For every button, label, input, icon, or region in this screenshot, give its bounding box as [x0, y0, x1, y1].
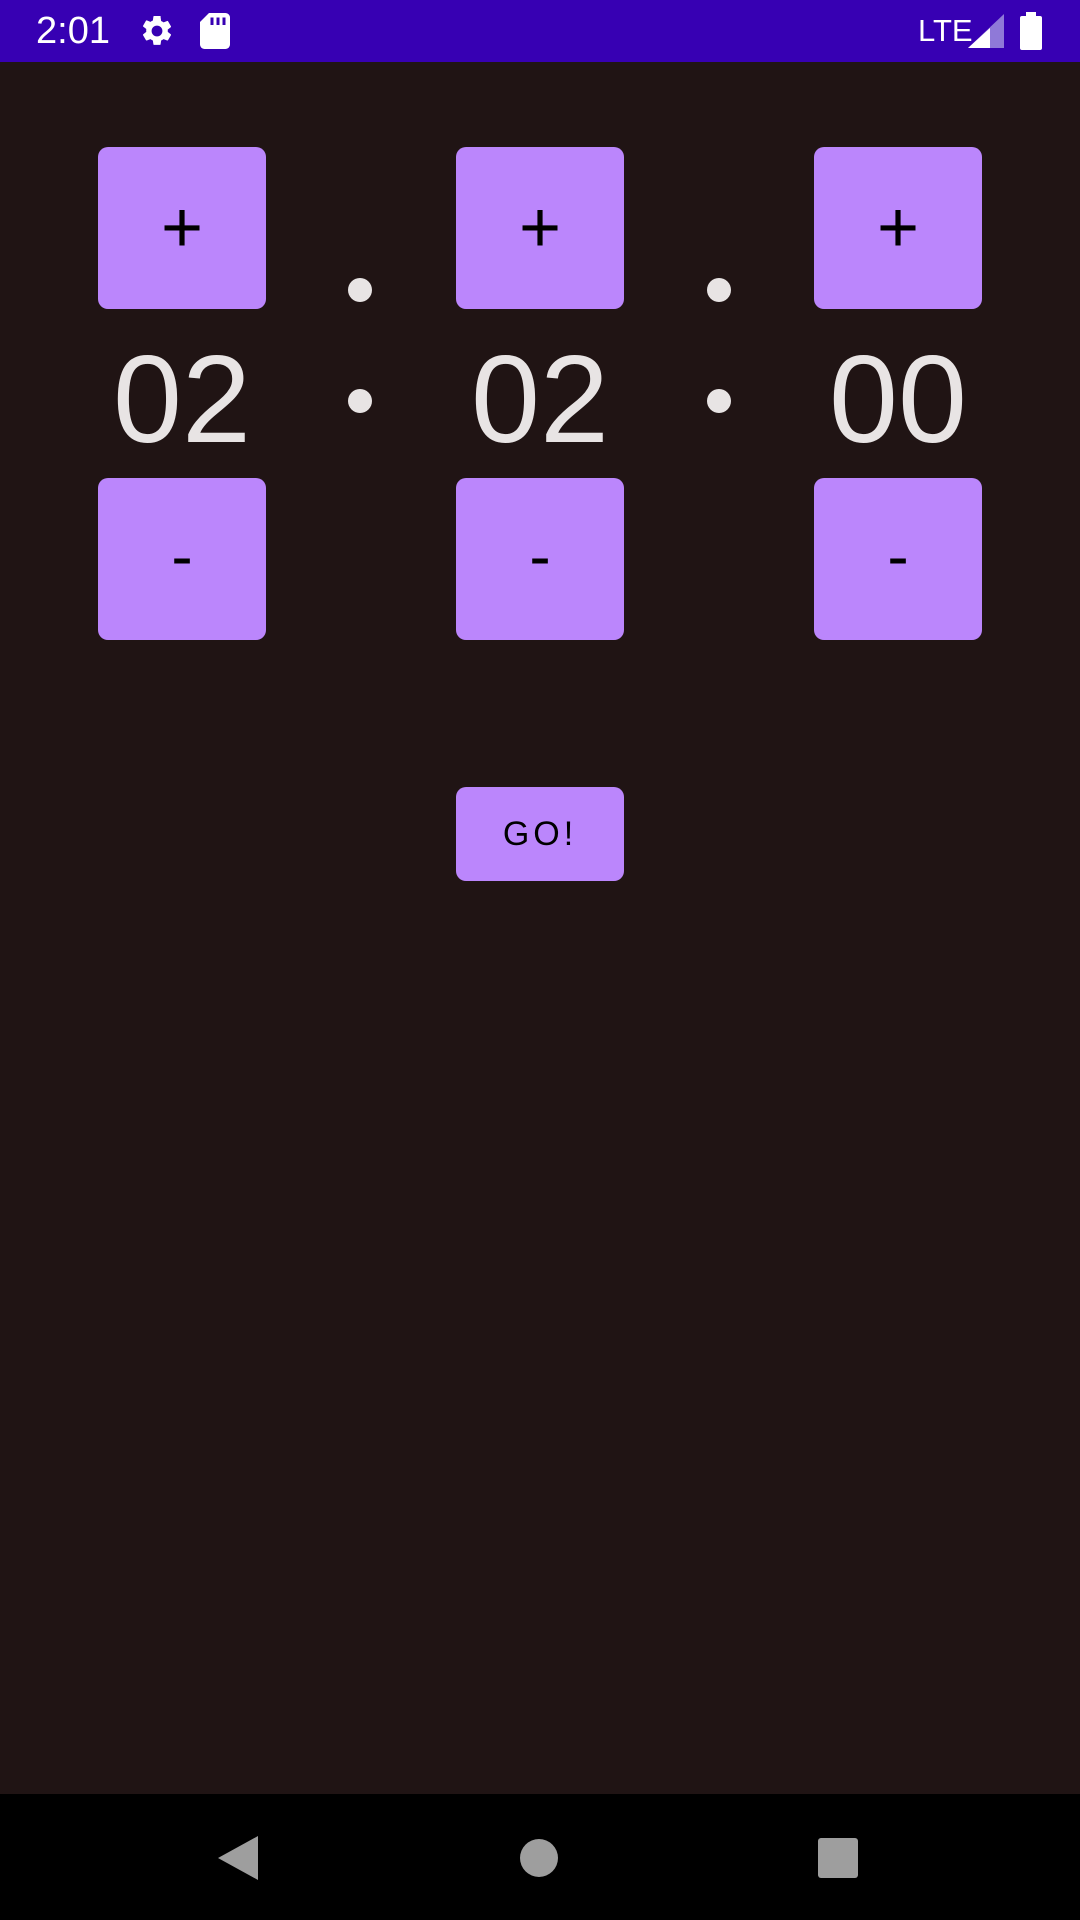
separator-dot-upper-2 [707, 278, 731, 302]
status-time: 2:01 [36, 10, 110, 52]
go-button[interactable]: GO! [456, 787, 624, 881]
separator-dot-lower-2 [707, 389, 731, 413]
minutes-display: 02 [471, 331, 609, 469]
minutes-decrement-button[interactable]: - [456, 478, 624, 640]
status-bar: 2:01 LTE [0, 0, 1080, 62]
recents-icon[interactable] [818, 1838, 858, 1878]
navigation-bar [0, 1794, 1080, 1920]
hours-increment-button[interactable]: + [98, 147, 266, 309]
minutes-decrement-label: - [529, 520, 551, 592]
back-icon[interactable] [218, 1836, 258, 1880]
hours-decrement-label: - [171, 520, 193, 592]
separator-dot-lower-1 [348, 389, 372, 413]
minutes-increment-button[interactable]: + [456, 147, 624, 309]
settings-icon [142, 15, 172, 45]
go-button-label: GO! [502, 814, 578, 853]
separator-dot-upper-1 [348, 278, 372, 302]
hours-display: 02 [113, 331, 251, 469]
seconds-decrement-button[interactable]: - [814, 478, 982, 640]
sd-card-icon [200, 13, 230, 49]
signal-icon [968, 14, 1004, 48]
timer-screen: + 02 - + 02 - + 00 - GO! [0, 62, 1080, 1794]
home-icon[interactable] [520, 1839, 558, 1877]
network-type: LTE [918, 13, 973, 48]
hours-decrement-button[interactable]: - [98, 478, 266, 640]
seconds-increment-button[interactable]: + [814, 147, 982, 309]
seconds-decrement-label: - [887, 520, 909, 592]
minutes-increment-label: + [518, 188, 562, 268]
hours-increment-label: + [160, 188, 204, 268]
seconds-increment-label: + [876, 188, 920, 268]
battery-icon [1020, 12, 1042, 50]
seconds-display: 00 [829, 331, 967, 469]
